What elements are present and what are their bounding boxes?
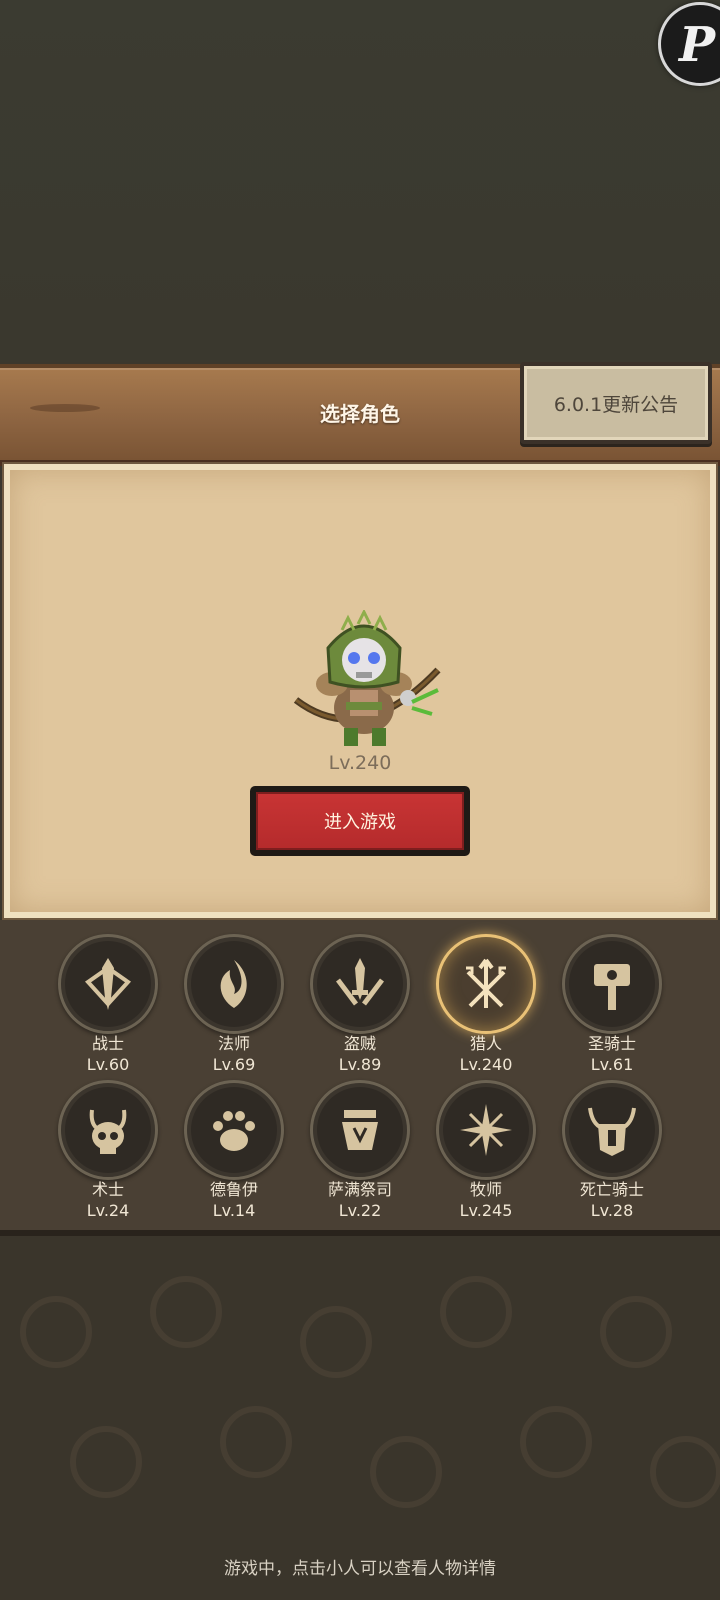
class-name: 术士	[91, 1180, 124, 1199]
class-name: 法师	[217, 1034, 250, 1053]
character-level: Lv.240	[328, 752, 392, 774]
class-name: 猎人	[469, 1034, 502, 1053]
hint-text: 游戏中，点击小人可以查看人物详情	[224, 1559, 496, 1579]
class-level: Lv.245	[459, 1201, 513, 1220]
enter-game-label: 进入游戏	[256, 792, 464, 850]
paw-icon	[184, 1080, 284, 1180]
class-name: 死亡骑士	[579, 1180, 644, 1199]
class-name: 圣骑士	[587, 1034, 636, 1053]
character-sprite[interactable]	[292, 610, 442, 750]
skull-icon	[58, 1080, 158, 1180]
top-area	[0, 0, 720, 362]
class-name: 德鲁伊	[209, 1180, 258, 1199]
class-mage[interactable]: 法师 Lv.69	[179, 934, 289, 1076]
sword-shield-icon	[58, 934, 158, 1034]
class-death-knight[interactable]: 死亡骑士 Lv.28	[557, 1080, 667, 1222]
class-warrior[interactable]: 战士 Lv.60	[53, 934, 163, 1076]
hammer-icon	[562, 934, 662, 1034]
update-notice-button[interactable]: 6.0.1更新公告	[520, 362, 712, 444]
class-rogue[interactable]: 盗贼 Lv.89	[305, 934, 415, 1076]
class-level: Lv.60	[86, 1055, 130, 1074]
background-pattern	[0, 1236, 720, 1600]
class-name: 萨满祭司	[327, 1180, 392, 1199]
class-level: Lv.14	[212, 1201, 256, 1220]
class-name: 盗贼	[343, 1034, 376, 1053]
daggers-icon	[310, 934, 410, 1034]
arrows-icon	[436, 934, 536, 1034]
class-level: Lv.22	[338, 1201, 382, 1220]
class-warlock[interactable]: 术士 Lv.24	[53, 1080, 163, 1222]
class-level: Lv.24	[86, 1201, 130, 1220]
class-hunter[interactable]: 猎人 Lv.240	[431, 934, 541, 1076]
horned-helm-icon	[562, 1080, 662, 1180]
class-level: Lv.89	[338, 1055, 382, 1074]
star-burst-icon	[436, 1080, 536, 1180]
class-paladin[interactable]: 圣骑士 Lv.61	[557, 934, 667, 1076]
class-level: Lv.61	[590, 1055, 634, 1074]
flame-icon	[184, 934, 284, 1034]
class-druid[interactable]: 德鲁伊 Lv.14	[179, 1080, 289, 1222]
enter-game-button[interactable]: 进入游戏	[250, 786, 470, 856]
class-level: Lv.28	[590, 1201, 634, 1220]
class-shaman[interactable]: 萨满祭司 Lv.22	[305, 1080, 415, 1222]
class-level: Lv.240	[459, 1055, 513, 1074]
class-name: 牧师	[469, 1180, 502, 1199]
class-level: Lv.69	[212, 1055, 256, 1074]
class-priest[interactable]: 牧师 Lv.245	[431, 1080, 541, 1222]
class-name: 战士	[91, 1034, 124, 1053]
totem-icon	[310, 1080, 410, 1180]
